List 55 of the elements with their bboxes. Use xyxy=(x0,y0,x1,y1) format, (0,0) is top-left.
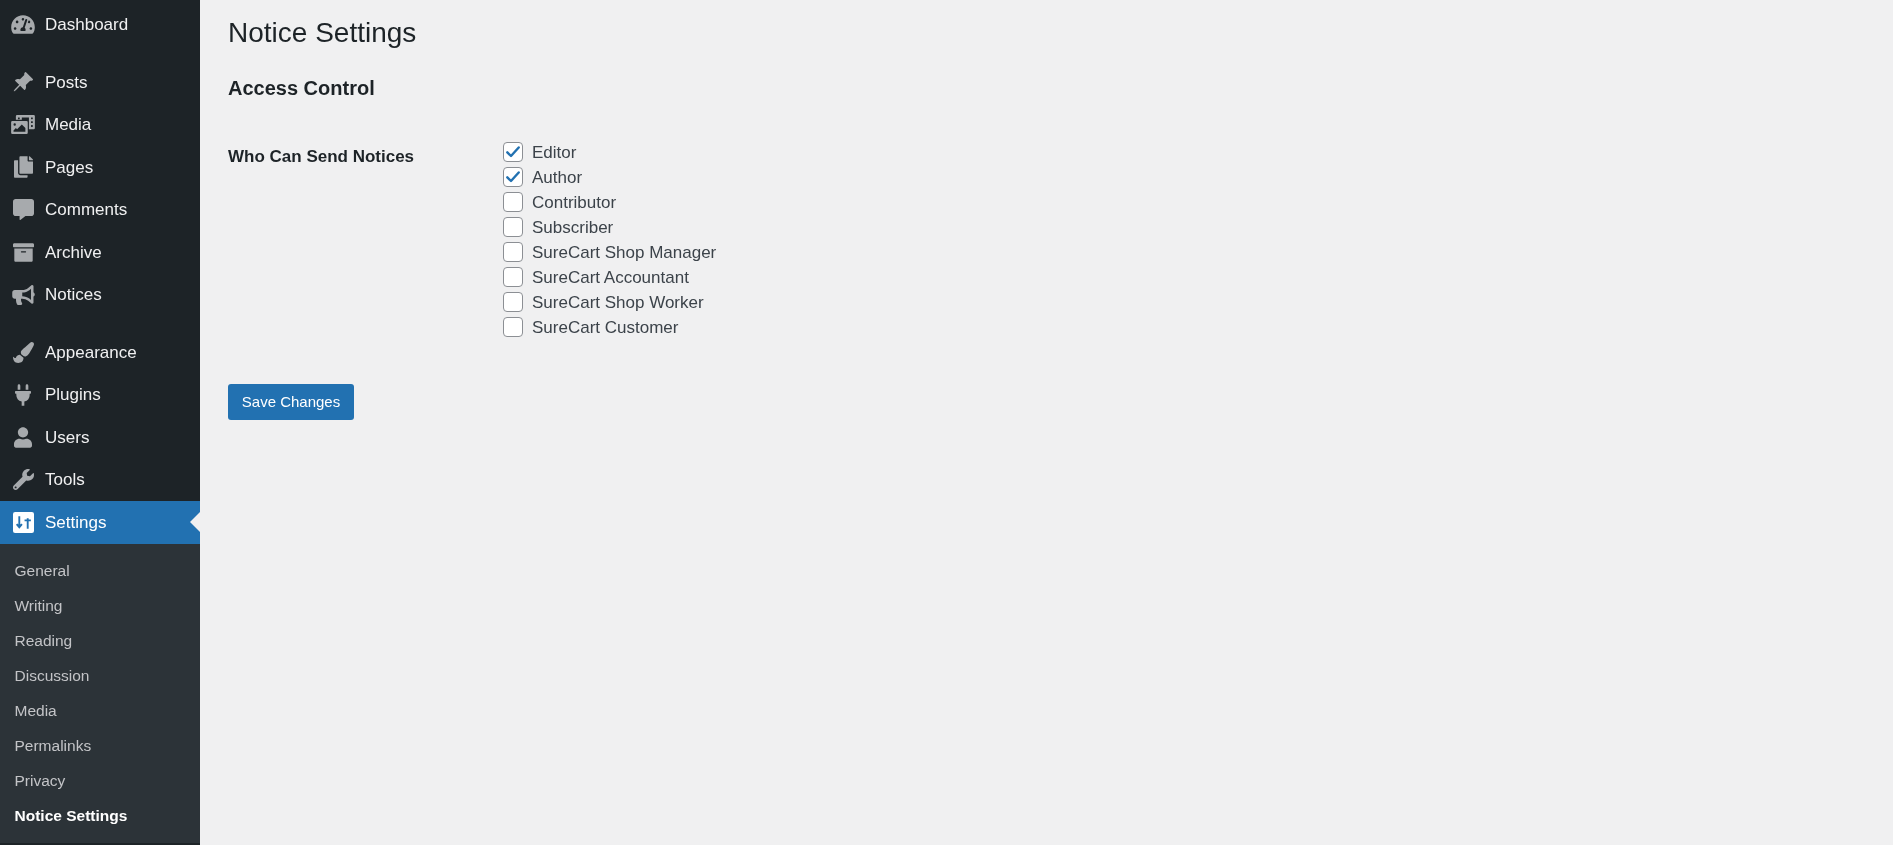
menu-item[interactable]: Users xyxy=(0,416,200,459)
gauge-icon xyxy=(11,14,35,36)
submenu-item[interactable]: Media xyxy=(0,693,200,728)
pushpin-icon xyxy=(12,71,34,94)
checkbox[interactable] xyxy=(503,217,523,237)
plug-icon xyxy=(15,383,31,406)
checkbox-label: Contributor xyxy=(532,191,617,214)
checkbox-label: Editor xyxy=(532,141,577,164)
checkbox[interactable] xyxy=(503,267,523,287)
megaphone-icon xyxy=(11,284,35,305)
menu-item[interactable]: Notices xyxy=(0,273,200,316)
pointer-arrow-icon xyxy=(190,512,200,532)
submenu-item[interactable]: Privacy xyxy=(0,763,200,798)
menu-item[interactable]: Comments xyxy=(0,188,200,231)
submenu-item[interactable]: General xyxy=(0,553,200,588)
submenu-item[interactable]: Writing xyxy=(0,588,200,623)
menu-item[interactable]: Appearance xyxy=(0,331,200,374)
menu-item[interactable]: Plugins xyxy=(0,373,200,416)
checkbox-label: Author xyxy=(532,166,583,189)
submenu-item[interactable]: Permalinks xyxy=(0,728,200,763)
checkbox-label: SureCart Customer xyxy=(532,316,679,339)
speech-bubble-icon xyxy=(12,199,34,221)
page-title: Notice Settings xyxy=(228,16,417,50)
menu-item[interactable]: Tools xyxy=(0,458,200,501)
menu-item[interactable]: Dashboard xyxy=(0,3,200,46)
menu-item[interactable]: Pages xyxy=(0,146,200,189)
settings-icon xyxy=(12,511,34,533)
field-label: Who Can Send Notices xyxy=(228,145,416,168)
checkbox[interactable] xyxy=(503,142,523,162)
checkbox-label: SureCart Shop Worker xyxy=(532,291,704,314)
checkbox[interactable] xyxy=(503,242,523,262)
submenu-item[interactable]: Reading xyxy=(0,623,200,658)
checkbox-label: Subscriber xyxy=(532,216,614,239)
wrench-icon xyxy=(12,469,34,491)
checkbox[interactable] xyxy=(503,317,523,337)
pages-icon xyxy=(13,156,33,179)
checkbox-label: SureCart Accountant xyxy=(532,266,689,289)
paintbrush-icon xyxy=(12,341,34,363)
photo-video-icon xyxy=(11,115,35,135)
user-icon xyxy=(14,426,32,448)
menu-item[interactable]: Media xyxy=(0,103,200,146)
menu-item[interactable]: Archive xyxy=(0,231,200,274)
submenu-item[interactable]: Discussion xyxy=(0,658,200,693)
checkbox[interactable] xyxy=(503,167,523,187)
checkbox-label: SureCart Shop Manager xyxy=(532,241,717,264)
checkmark-icon xyxy=(506,171,520,183)
archive-box-icon xyxy=(12,241,34,263)
menu-item[interactable]: Posts xyxy=(0,61,200,104)
checkmark-icon xyxy=(506,146,520,158)
save-button[interactable]: Save Changes xyxy=(228,384,354,420)
checkbox[interactable] xyxy=(503,292,523,312)
submenu-item[interactable]: Notice Settings xyxy=(0,798,200,833)
checkbox[interactable] xyxy=(503,192,523,212)
section-heading: Access Control xyxy=(228,76,375,101)
menu-item[interactable]: Settings xyxy=(0,501,200,544)
